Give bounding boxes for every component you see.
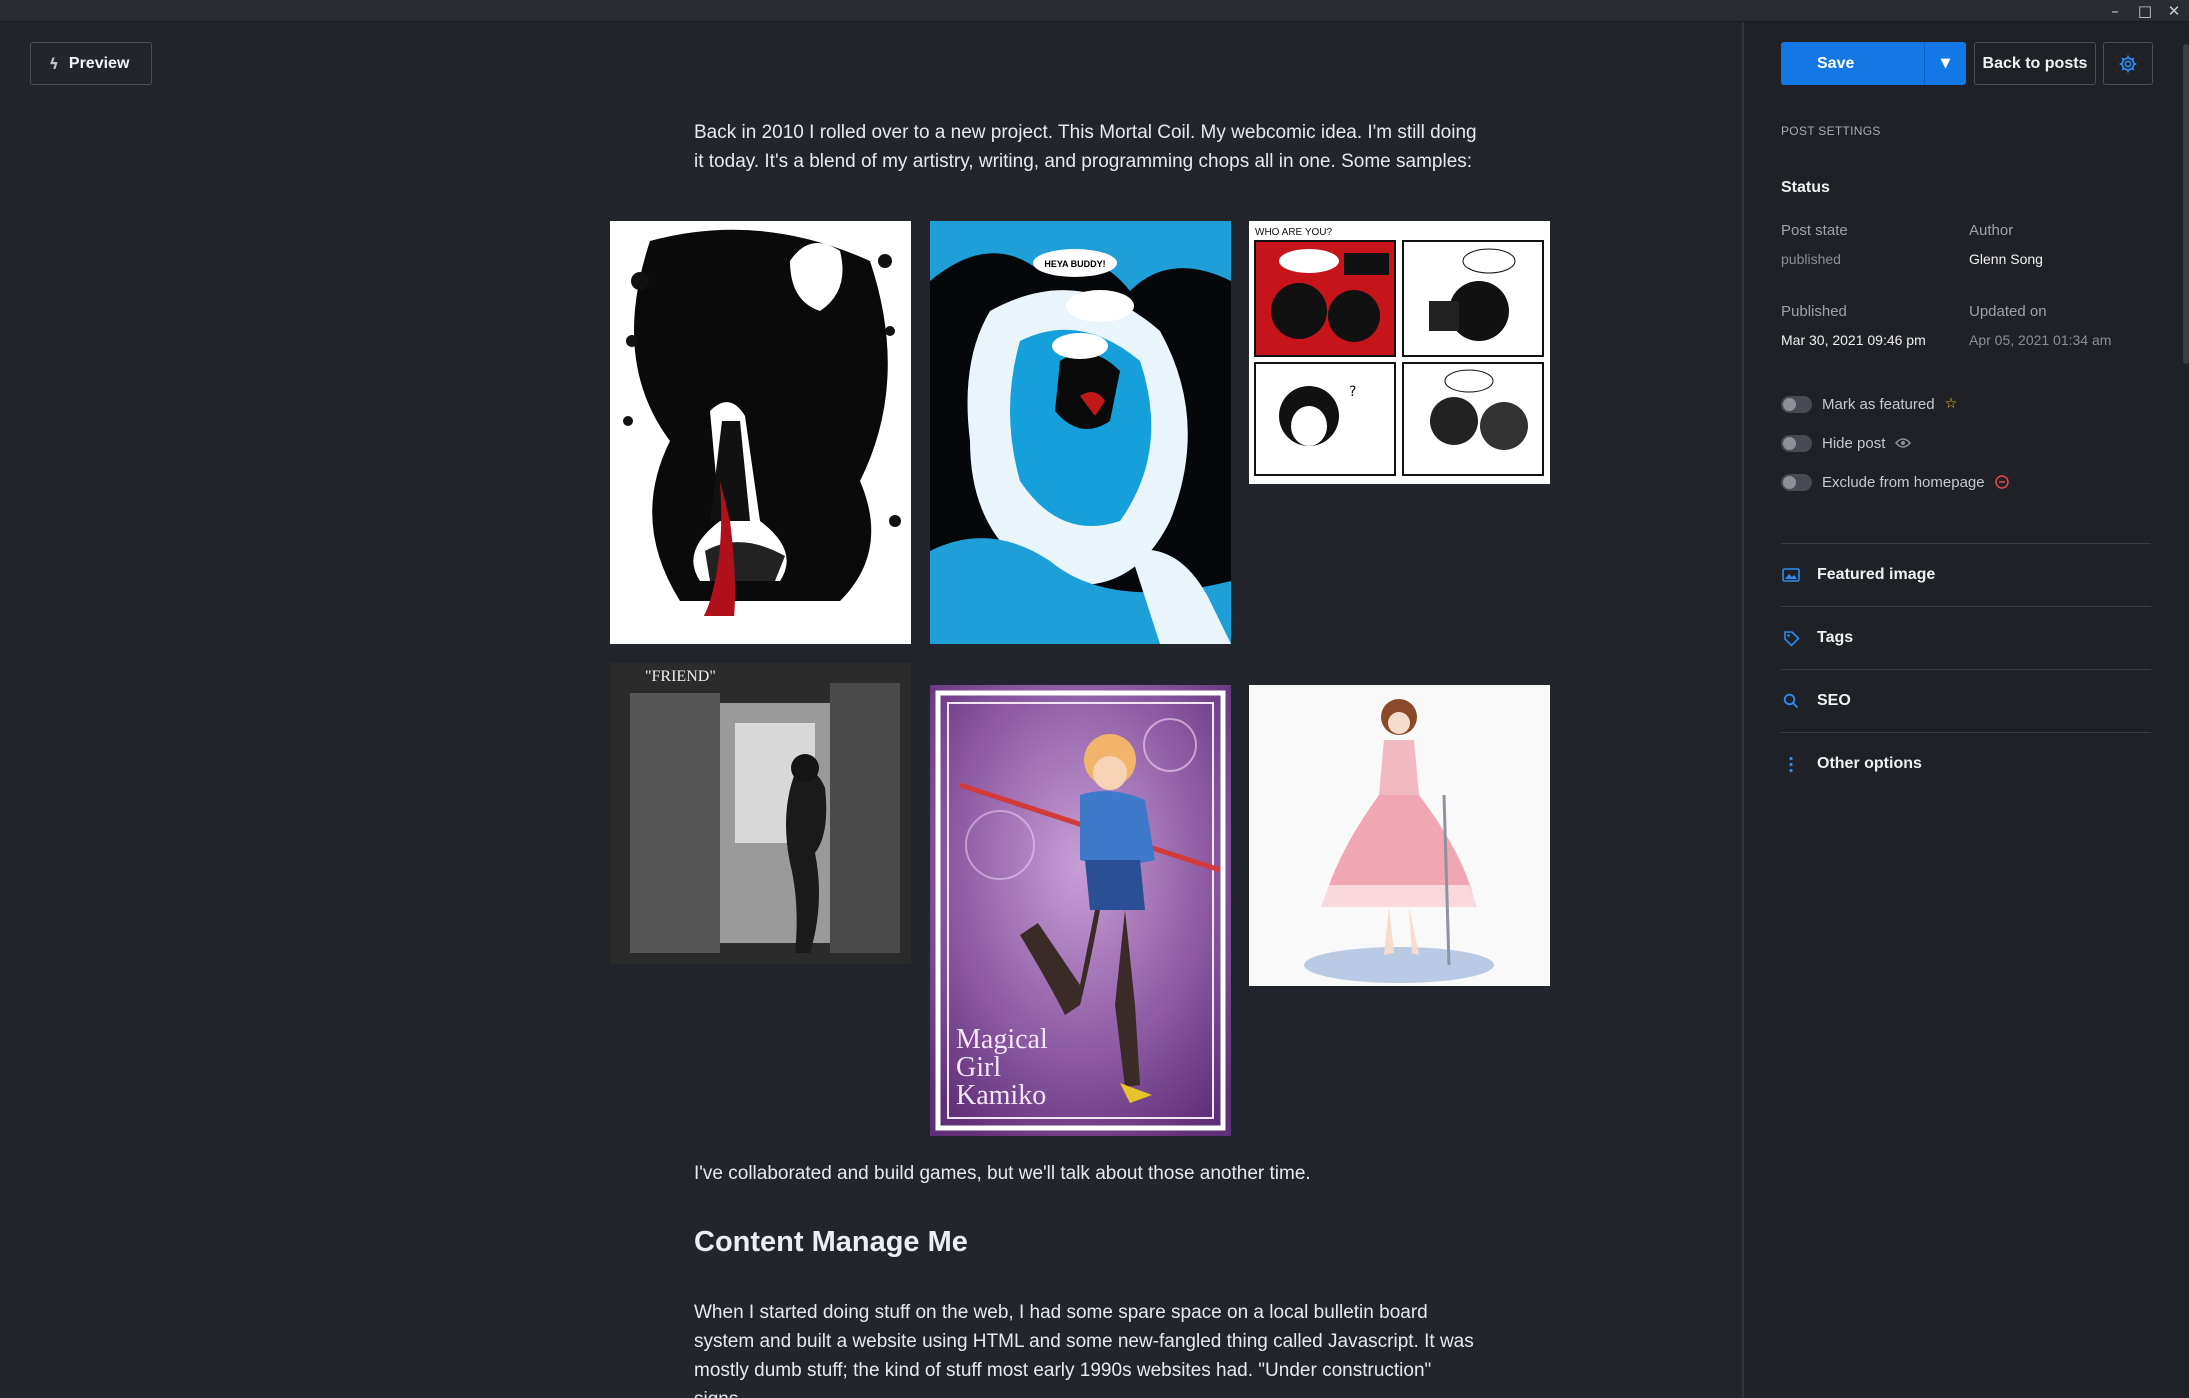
window-titlebar: – □ ✕ [0,0,2189,22]
maximize-button[interactable]: □ [2130,0,2160,22]
tag-icon [1781,630,1801,647]
preview-label: Preview [68,54,130,72]
sidebar-scrollbar[interactable] [2183,44,2189,364]
section-heading[interactable]: Content Manage Me [694,1226,968,1259]
lightning-icon: ϟ [49,54,59,73]
minimize-button[interactable]: – [2100,0,2130,22]
preview-button[interactable]: ϟ Preview [30,42,152,85]
svg-text:?: ? [1349,384,1356,400]
post-state-label: Post state [1781,222,1848,239]
gallery-image-blue-monster[interactable]: HEYA BUDDY! [930,221,1231,644]
gallery-image-ink-girl[interactable] [610,221,911,644]
post-state-value: published [1781,251,1841,267]
save-dropdown-button[interactable]: ▼ [1924,42,1966,85]
featured-image-label: Featured image [1817,566,1936,583]
exclude-switch[interactable] [1781,473,1812,491]
body-paragraph[interactable]: When I started doing stuff on the web, I… [694,1298,1484,1398]
save-button-group: Save ▼ [1781,42,1966,85]
image-icon [1781,568,1801,582]
gallery-image-pink-dress[interactable] [1249,685,1550,986]
updated-label: Updated on [1969,303,2047,320]
more-vertical-icon [1781,756,1801,773]
friend-caption: "FRIEND" [645,668,716,685]
panel-seo[interactable]: SEO [1781,669,2151,732]
panel-tags[interactable]: Tags [1781,606,2151,669]
eye-icon [1895,438,1912,448]
post-settings-label: POST SETTINGS [1781,124,1881,138]
status-heading: Status [1781,179,1830,196]
toggle-row-featured[interactable]: Mark as featured ☆ [1781,393,1957,415]
gallery-image-who-are-you-strip[interactable]: WHO ARE YOU? ? [1249,221,1550,484]
featured-label: Mark as featured [1822,395,1935,413]
toggle-row-exclude-homepage[interactable]: Exclude from homepage [1781,471,2009,493]
gallery-image-magical-girl-kamiko[interactable]: Magical Girl Kamiko [930,685,1231,1136]
strip-title: WHO ARE YOU? [1255,227,1332,238]
hide-post-label: Hide post [1822,434,1886,452]
intro-paragraph[interactable]: Back in 2010 I rolled over to a new proj… [694,118,1484,176]
panel-featured-image[interactable]: Featured image [1781,543,2151,606]
published-value[interactable]: Mar 30, 2021 09:46 pm [1781,332,1926,348]
other-options-label: Other options [1817,755,1922,772]
minus-circle-icon [1994,475,2009,489]
updated-value: Apr 05, 2021 01:34 am [1969,332,2112,348]
author-value[interactable]: Glenn Song [1969,251,2043,267]
published-label: Published [1781,303,1847,320]
toggle-row-hide-post[interactable]: Hide post [1781,432,1912,454]
gear-icon [2119,55,2137,72]
featured-switch[interactable] [1781,395,1812,413]
author-label: Author [1969,222,2014,239]
back-to-posts-button[interactable]: Back to posts [1974,42,2096,85]
exclude-label: Exclude from homepage [1822,473,1985,491]
tags-label: Tags [1817,629,1854,646]
settings-button[interactable] [2103,42,2153,85]
post-settings-sidebar: Save ▼ Back to posts POST SETTINGS Statu… [1742,22,2189,1398]
close-button[interactable]: ✕ [2159,0,2189,22]
search-icon [1781,693,1801,709]
seo-label: SEO [1817,692,1851,709]
speech-bubble-text: HEYA BUDDY! [1044,259,1105,269]
after-gallery-paragraph[interactable]: I've collaborated and build games, but w… [694,1159,1484,1188]
chevron-down-icon: ▼ [1940,56,1951,71]
panel-other-options[interactable]: Other options [1781,732,2151,795]
gallery-image-friend-vending[interactable]: "FRIEND" [610,663,911,964]
hide-post-switch[interactable] [1781,434,1812,452]
save-button[interactable]: Save [1781,42,1924,85]
post-editor: ϟ Preview Back in 2010 I rolled over to … [0,22,1742,1398]
star-icon: ☆ [1944,396,1958,412]
